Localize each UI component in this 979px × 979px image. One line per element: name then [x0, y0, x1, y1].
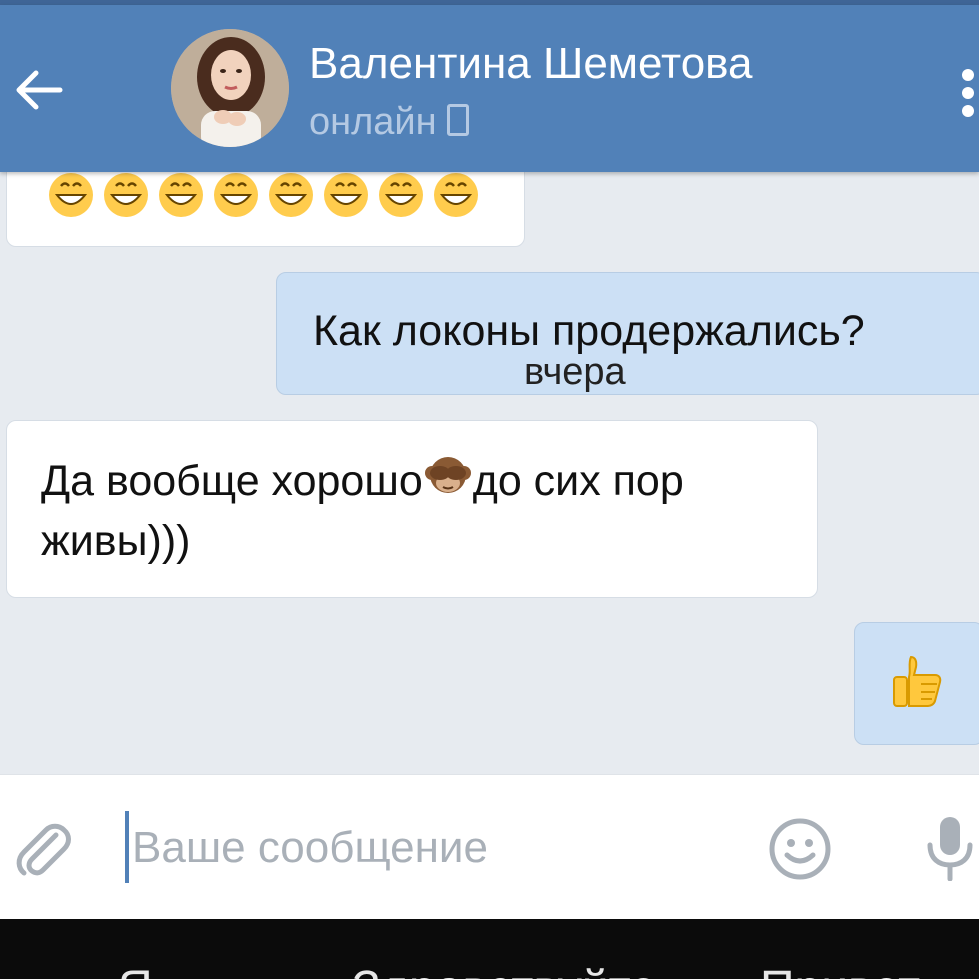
message-text: Да вообще хорошо до сих пор живы))) — [41, 451, 801, 571]
suggestion-item[interactable]: Здравствуйте — [352, 961, 657, 979]
keyboard-suggestions: Я Здравствуйте Привет — [0, 919, 979, 979]
grinning-face-icon — [104, 173, 148, 217]
emoji-button[interactable] — [768, 817, 832, 886]
see-no-evil-monkey-icon — [424, 457, 471, 493]
paperclip-icon — [16, 823, 71, 876]
back-button[interactable] — [12, 63, 66, 117]
grinning-face-icon — [324, 173, 368, 217]
voice-message-button[interactable] — [925, 815, 975, 886]
message-time: вчера — [524, 351, 626, 393]
mobile-phone-icon — [446, 104, 469, 136]
attach-button[interactable] — [12, 817, 72, 886]
grinning-face-icon — [434, 173, 478, 217]
message-composer — [0, 774, 979, 920]
more-vertical-icon — [962, 69, 974, 81]
smile-icon — [769, 818, 831, 880]
arrow-left-icon — [16, 70, 63, 110]
suggestion-item[interactable]: Привет — [760, 961, 920, 979]
more-menu-button[interactable] — [958, 69, 978, 129]
online-status-text: онлайн — [309, 101, 437, 143]
grinning-face-icon — [269, 173, 313, 217]
grinning-face-icon — [214, 173, 258, 217]
message-bubble-outgoing[interactable]: Как локоны продержались? вчера — [276, 272, 979, 395]
message-text: Как локоны продержались? — [313, 307, 865, 355]
grinning-face-icon — [159, 173, 203, 217]
message-bubble-outgoing[interactable] — [854, 622, 979, 745]
emoji-row — [47, 171, 487, 224]
message-input[interactable] — [132, 813, 732, 883]
text-cursor — [125, 811, 129, 883]
suggestion-item[interactable]: Я — [118, 961, 153, 979]
contact-status: онлайн — [309, 101, 469, 144]
grinning-face-icon — [49, 173, 93, 217]
message-bubble-incoming[interactable]: Да вообще хорошо до сих пор живы))) — [6, 420, 818, 598]
microphone-icon — [927, 817, 973, 882]
thumbs-up-icon — [893, 655, 942, 707]
grinning-face-icon — [379, 173, 423, 217]
message-text-part: Да вообще хорошо — [41, 457, 423, 505]
avatar[interactable] — [171, 29, 289, 147]
contact-name[interactable]: Валентина Шеметова — [309, 39, 753, 89]
chat-header: Валентина Шеметова онлайн — [0, 5, 979, 172]
